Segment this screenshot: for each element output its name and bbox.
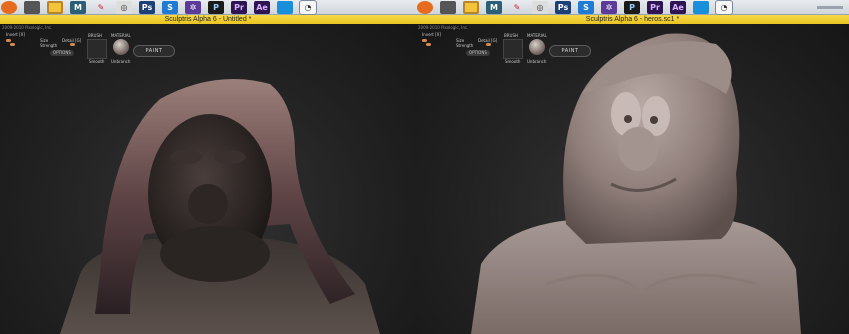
viewport[interactable]: 2009-2010 Pixologic, Inc. Invert [X] Siz… — [0, 24, 416, 334]
premiere-pr-icon[interactable]: Pr — [647, 0, 663, 14]
window-title: Sculptris Alpha 6 - heros.sc1 * — [416, 15, 849, 24]
window-icon[interactable] — [693, 0, 709, 14]
maya-m-icon[interactable]: M — [486, 0, 502, 14]
window-icon[interactable] — [277, 0, 293, 14]
window-right: M ✎ ◎ Ps S ✲ P Pr Ae ◔ Sculptris Alpha 6… — [416, 0, 849, 334]
photoshop-icon[interactable]: Ps — [139, 0, 155, 14]
folder-icon[interactable] — [47, 0, 63, 14]
photoshop-icon[interactable]: Ps — [555, 0, 571, 14]
browser-globe-icon[interactable]: ◎ — [532, 0, 548, 14]
viewport[interactable]: 2009-2010 Pixologic, Inc. Invert [X] Siz… — [416, 24, 849, 334]
window-title: Sculptris Alpha 6 - Untitled * — [0, 15, 416, 24]
pencil-app-icon[interactable]: ✎ — [93, 1, 109, 14]
maya-m-icon[interactable]: M — [70, 0, 86, 14]
storage-icon[interactable] — [24, 0, 40, 14]
sculptris-s-icon[interactable]: S — [162, 0, 178, 14]
browser-globe-icon[interactable]: ◎ — [116, 0, 132, 14]
premiere-pr-icon[interactable]: Pr — [231, 0, 247, 14]
sculptris-active-icon[interactable]: ◔ — [715, 0, 733, 15]
pencil-app-icon[interactable]: ✎ — [509, 1, 525, 14]
taskbar: M ✎ ◎ Ps S ✲ P Pr Ae ◔ — [416, 0, 849, 15]
sculpt-model-untitled[interactable] — [0, 24, 416, 334]
after-effects-icon[interactable]: Ae — [254, 0, 270, 14]
folder-icon[interactable] — [463, 0, 479, 14]
premiere-icon[interactable]: P — [208, 0, 224, 14]
sculptris-s-icon[interactable]: S — [578, 0, 594, 14]
after-effects-icon[interactable]: Ae — [670, 0, 686, 14]
settings-gear-icon[interactable]: ✲ — [185, 0, 201, 14]
sculptris-active-icon[interactable]: ◔ — [299, 0, 317, 15]
window-left: M ✎ ◎ Ps S ✲ P Pr Ae ◔ Sculptris Alpha 6… — [0, 0, 416, 334]
firefox-icon[interactable] — [417, 0, 433, 14]
taskbar: M ✎ ◎ Ps S ✲ P Pr Ae ◔ — [0, 0, 416, 15]
premiere-icon[interactable]: P — [624, 0, 640, 14]
settings-gear-icon[interactable]: ✲ — [601, 0, 617, 14]
taskbar-tray — [817, 5, 843, 9]
storage-icon[interactable] — [440, 0, 456, 14]
sculpt-model-heros[interactable] — [416, 24, 849, 334]
firefox-icon[interactable] — [1, 0, 17, 14]
